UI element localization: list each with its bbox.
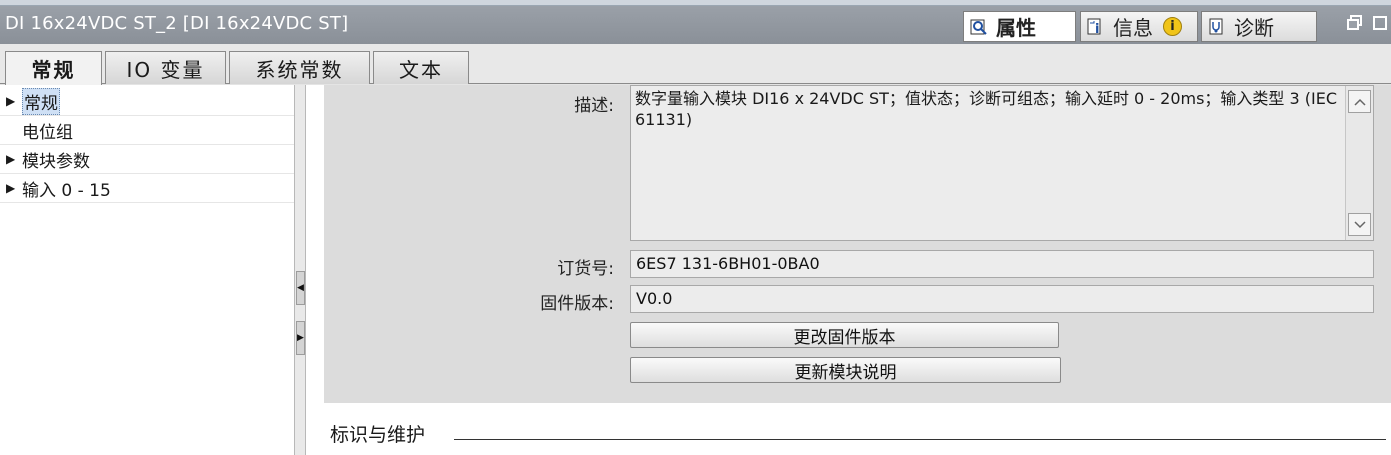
order-number-field[interactable]: 6ES7 131-6BH01-0BA0 [630, 250, 1374, 278]
diagnostics-icon [1206, 16, 1228, 38]
collapse-left-icon[interactable]: ◀ [296, 271, 305, 305]
tab-label: 系统常数 [255, 57, 344, 82]
properties-icon [968, 16, 990, 38]
tab-general[interactable]: 常规 [5, 51, 102, 85]
tab-system-constants[interactable]: 系统常数 [229, 51, 370, 84]
editor-tab-row: 常规 IO 变量 系统常数 文本 [0, 44, 1391, 85]
section-divider [454, 439, 1386, 440]
nav-item-label: 模块参数 [22, 151, 90, 172]
button-label: 更新模块说明 [794, 362, 897, 383]
general-info-panel: 描述: 数字量输入模块 DI16 x 24VDC ST；值状态；诊断可组态；输入… [324, 85, 1391, 403]
nav-item-potential-group[interactable]: 电位组 [0, 116, 294, 145]
description-text: 数字量输入模块 DI16 x 24VDC ST；值状态；诊断可组态；输入延时 0… [635, 89, 1338, 129]
maximize-window-icon[interactable] [1372, 14, 1388, 36]
inspector-tab-label: 属性 [996, 16, 1036, 40]
description-label: 描述: [574, 96, 614, 116]
expand-arrow-icon[interactable]: ▶ [0, 152, 22, 166]
firmware-field[interactable]: V0.0 [630, 285, 1374, 313]
description-scrollbar[interactable] [1345, 86, 1373, 240]
info-icon: i [1085, 16, 1107, 38]
scroll-down-icon[interactable] [1348, 213, 1371, 236]
inspector-title-bar: DI 16x24VDC ST_2 [DI 16x24VDC ST] 属性 i 信… [0, 6, 1391, 44]
nav-item-module-parameters[interactable]: ▶ 模块参数 [0, 145, 294, 174]
inspector-tab-properties[interactable]: 属性 [963, 11, 1076, 42]
button-label: 更改固件版本 [793, 327, 896, 348]
nav-item-inputs[interactable]: ▶ 输入 0 - 15 [0, 174, 294, 203]
properties-content: 描述: 数字量输入模块 DI16 x 24VDC ST；值状态；诊断可组态；输入… [306, 85, 1391, 455]
restore-window-icon[interactable] [1346, 14, 1364, 36]
info-badge-icon: i [1163, 17, 1182, 36]
nav-item-label: 输入 0 - 15 [22, 180, 111, 201]
nav-item-general[interactable]: ▶ 常规 [0, 87, 294, 116]
panel-splitter[interactable]: ◀ ▶ [294, 85, 306, 455]
tab-label: 常规 [31, 58, 76, 82]
nav-item-label: 常规 [22, 87, 60, 115]
svg-text:i: i [1095, 22, 1099, 37]
inspector-tab-label: 诊断 [1234, 16, 1274, 40]
order-number-label: 订货号: [557, 259, 614, 279]
nav-item-label: 电位组 [22, 122, 73, 143]
inspector-tab-label: 信息 [1113, 16, 1153, 40]
tab-label: 文本 [399, 57, 443, 82]
update-module-description-button[interactable]: 更新模块说明 [630, 357, 1061, 383]
expand-arrow-icon[interactable]: ▶ [0, 94, 22, 108]
scroll-up-icon[interactable] [1348, 90, 1371, 113]
firmware-label: 固件版本: [540, 294, 614, 314]
description-field[interactable]: 数字量输入模块 DI16 x 24VDC ST；值状态；诊断可组态；输入延时 0… [630, 85, 1374, 241]
tab-label: IO 变量 [126, 57, 205, 82]
navigation-tree: ▶ 常规 电位组 ▶ 模块参数 ▶ 输入 0 - 15 [0, 85, 294, 455]
window-title: DI 16x24VDC ST_2 [DI 16x24VDC ST] [5, 13, 349, 34]
inspector-tab-diagnostics[interactable]: 诊断 [1201, 11, 1317, 42]
expand-right-icon[interactable]: ▶ [296, 321, 305, 355]
section-title-identification: 标识与维护 [330, 424, 426, 446]
expand-arrow-icon[interactable]: ▶ [0, 181, 22, 195]
tab-texts[interactable]: 文本 [373, 51, 469, 84]
change-firmware-button[interactable]: 更改固件版本 [630, 322, 1059, 348]
tab-io-tags[interactable]: IO 变量 [105, 51, 226, 84]
inspector-tab-info[interactable]: i 信息 i [1080, 11, 1198, 42]
